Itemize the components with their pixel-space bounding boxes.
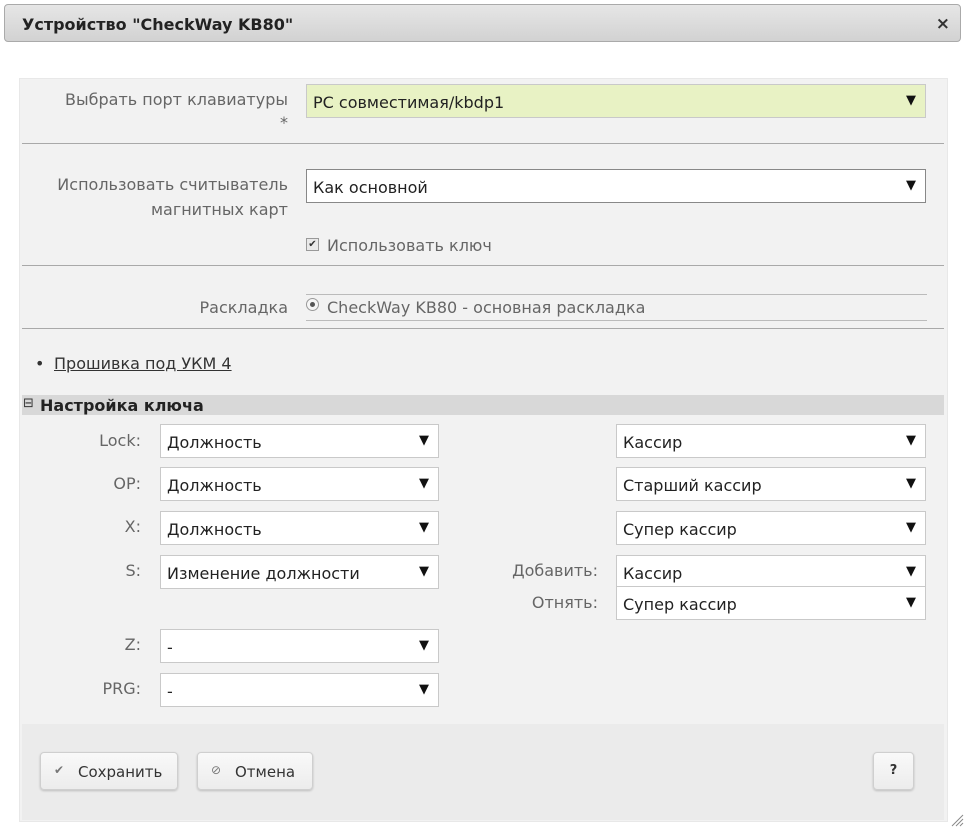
- chevron-down-icon: ▼: [419, 520, 429, 535]
- op-cashier-value: Старший кассир: [623, 476, 762, 495]
- dialog-titlebar: Устройство "CheckWay KB80" ×: [4, 4, 961, 42]
- chevron-down-icon: ▼: [906, 595, 916, 610]
- s-remove-select[interactable]: Супер кассир ▼: [616, 586, 926, 620]
- z-role-value: -: [167, 638, 173, 657]
- s-add-value: Кассир: [623, 564, 683, 583]
- s-label: S:: [125, 561, 141, 580]
- check-icon: ✔: [54, 763, 65, 777]
- use-key-checkbox[interactable]: ✔: [306, 238, 319, 251]
- use-key-label: Использовать ключ: [327, 236, 492, 255]
- op-cashier-select[interactable]: Старший кассир ▼: [616, 467, 926, 501]
- add-label: Добавить:: [512, 561, 598, 580]
- keyboard-port-select[interactable]: PC совместимая/kbdp1 ▼: [306, 84, 926, 118]
- key-settings-title: Настройка ключа: [40, 396, 204, 415]
- x-role-value: Должность: [167, 520, 262, 539]
- help-button[interactable]: ?: [873, 752, 914, 790]
- chevron-down-icon: ▼: [906, 433, 916, 448]
- lock-label: Lock:: [99, 431, 141, 450]
- magcard-label-line1: Использовать считыватель: [57, 175, 288, 194]
- s-remove-value: Супер кассир: [623, 595, 737, 614]
- op-role-select[interactable]: Должность ▼: [160, 467, 439, 501]
- layout-label: Раскладка: [199, 298, 288, 317]
- port-label: Выбрать порт клавиатуры: [65, 90, 288, 109]
- x-label: X:: [124, 517, 141, 536]
- keyboard-port-value: PC совместимая/kbdp1: [313, 93, 505, 112]
- x-cashier-value: Супер кассир: [623, 520, 737, 539]
- chevron-down-icon: ▼: [419, 433, 429, 448]
- magcard-reader-value: Как основной: [313, 178, 428, 197]
- s-role-select[interactable]: Изменение должности ▼: [160, 555, 439, 589]
- magcard-reader-select[interactable]: Как основной ▼: [306, 169, 926, 203]
- prg-label: PRG:: [102, 679, 141, 698]
- divider: [22, 265, 944, 266]
- firmware-link[interactable]: Прошивка под УКМ 4: [54, 354, 232, 373]
- cancel-label: Отмена: [235, 763, 296, 781]
- cancel-icon: ⊘: [211, 763, 222, 777]
- layout-radio[interactable]: [306, 298, 319, 311]
- dialog-title: Устройство "CheckWay KB80": [22, 15, 294, 34]
- close-icon[interactable]: ×: [936, 14, 950, 34]
- z-label: Z:: [124, 635, 141, 654]
- cancel-button[interactable]: ⊘ Отмена: [197, 752, 313, 790]
- save-label: Сохранить: [78, 763, 163, 781]
- resize-grip-icon[interactable]: [950, 813, 964, 827]
- chevron-down-icon: ▼: [419, 476, 429, 491]
- lock-role-value: Должность: [167, 433, 262, 452]
- op-label: OP:: [113, 474, 141, 493]
- chevron-down-icon: ▼: [906, 93, 916, 108]
- layout-option-label: CheckWay KB80 - основная раскладка: [327, 298, 646, 317]
- lock-role-select[interactable]: Должность ▼: [160, 424, 439, 458]
- magcard-label-line2: магнитных карт: [150, 200, 288, 219]
- prg-role-select[interactable]: - ▼: [160, 673, 439, 707]
- chevron-down-icon: ▼: [906, 520, 916, 535]
- key-settings-header[interactable]: ⊟ Настройка ключа: [22, 395, 944, 415]
- bullet: •: [35, 354, 45, 373]
- op-role-value: Должность: [167, 476, 262, 495]
- chevron-down-icon: ▼: [906, 178, 916, 193]
- help-icon: ?: [889, 763, 898, 778]
- lock-cashier-select[interactable]: Кассир ▼: [616, 424, 926, 458]
- remove-label: Отнять:: [531, 593, 598, 612]
- required-marker: *: [280, 113, 288, 132]
- chevron-down-icon: ▼: [419, 638, 429, 653]
- chevron-down-icon: ▼: [419, 682, 429, 697]
- z-role-select[interactable]: - ▼: [160, 629, 439, 663]
- chevron-down-icon: ▼: [419, 564, 429, 579]
- s-role-value: Изменение должности: [167, 564, 360, 583]
- chevron-down-icon: ▼: [906, 564, 916, 579]
- divider: [22, 143, 944, 144]
- x-role-select[interactable]: Должность ▼: [160, 511, 439, 545]
- lock-cashier-value: Кассир: [623, 433, 683, 452]
- divider: [22, 328, 944, 329]
- prg-role-value: -: [167, 682, 173, 701]
- chevron-down-icon: ▼: [906, 476, 916, 491]
- save-button[interactable]: ✔ Сохранить: [40, 752, 178, 790]
- layout-frame-bottom: [306, 320, 927, 321]
- s-add-select[interactable]: Кассир ▼: [616, 555, 926, 589]
- layout-frame-top: [306, 294, 927, 295]
- x-cashier-select[interactable]: Супер кассир ▼: [616, 511, 926, 545]
- collapse-icon[interactable]: ⊟: [23, 396, 34, 411]
